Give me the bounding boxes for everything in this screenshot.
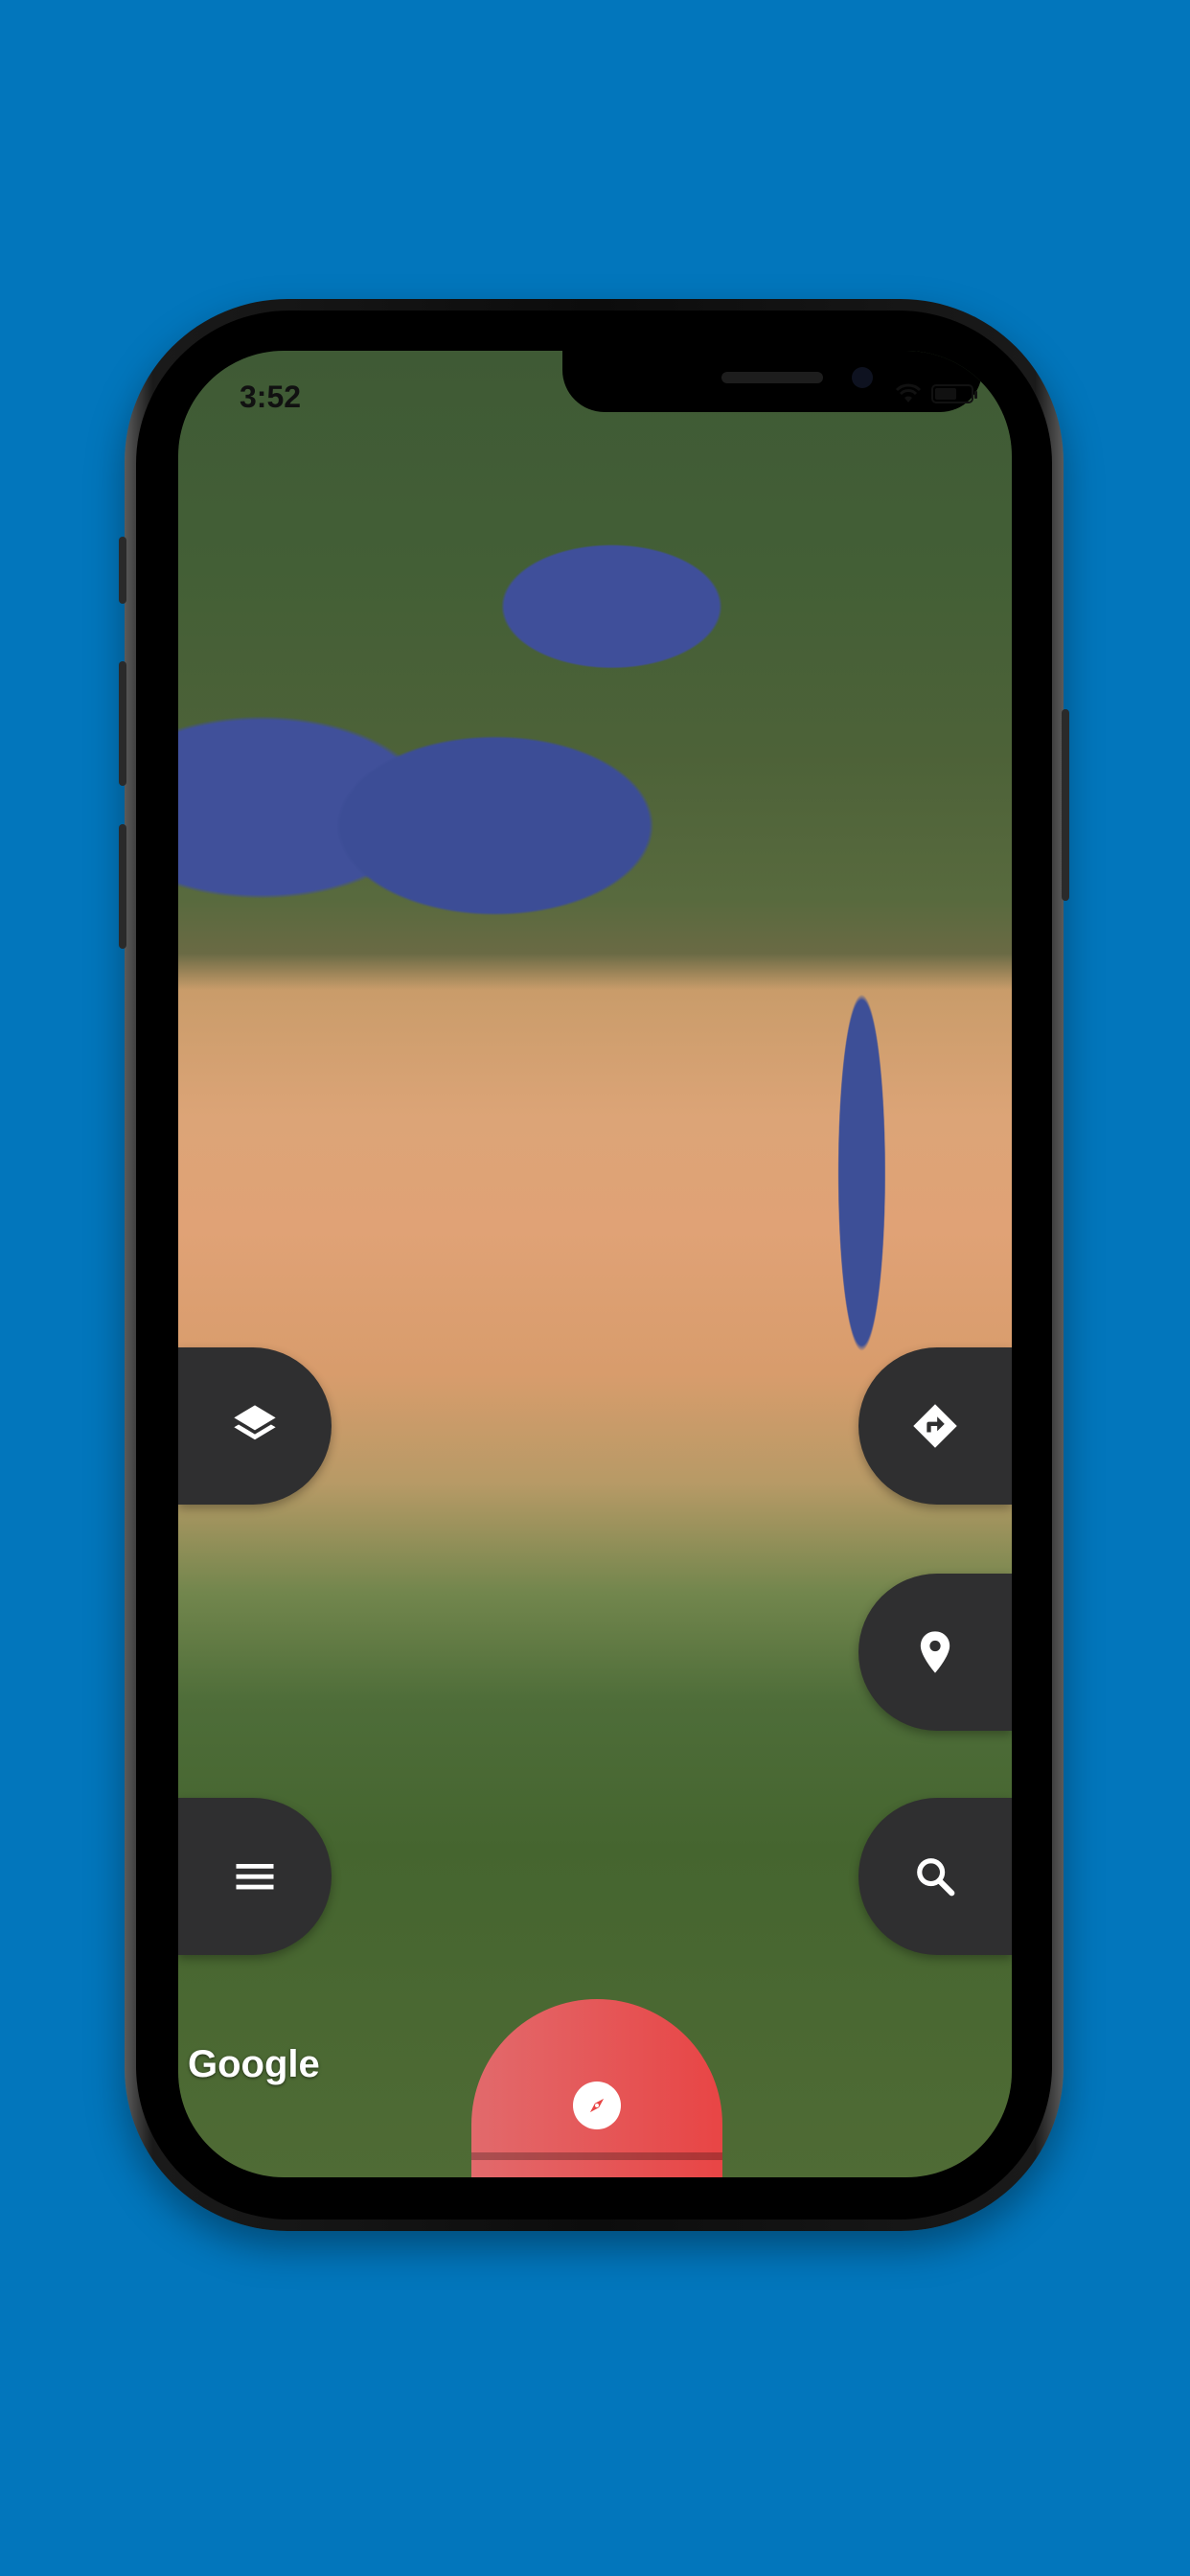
- menu-button[interactable]: [178, 1798, 332, 1955]
- compass-button-bar: [471, 2152, 722, 2160]
- layers-button[interactable]: [178, 1347, 332, 1505]
- power-button: [1062, 709, 1069, 901]
- layers-icon: [234, 1405, 276, 1440]
- compass-icon: [573, 2082, 621, 2129]
- menu-icon: [236, 1864, 274, 1890]
- directions-icon: [913, 1404, 957, 1448]
- status-icons: [895, 383, 977, 404]
- battery-icon: [931, 384, 977, 403]
- google-logo: Google: [188, 2043, 320, 2085]
- screen: 3:52 Google: [178, 351, 1012, 2177]
- wifi-icon: [895, 383, 922, 402]
- volume-down-button: [119, 824, 126, 949]
- volume-up-button: [119, 661, 126, 786]
- location-pin-icon: [920, 1631, 950, 1673]
- front-camera: [852, 367, 873, 388]
- search-button[interactable]: [858, 1798, 1012, 1955]
- mute-switch: [119, 537, 126, 604]
- speaker-grille: [721, 372, 823, 383]
- status-time: 3:52: [240, 380, 302, 414]
- search-icon: [917, 1858, 955, 1897]
- directions-button[interactable]: [858, 1347, 1012, 1505]
- location-button[interactable]: [858, 1574, 1012, 1731]
